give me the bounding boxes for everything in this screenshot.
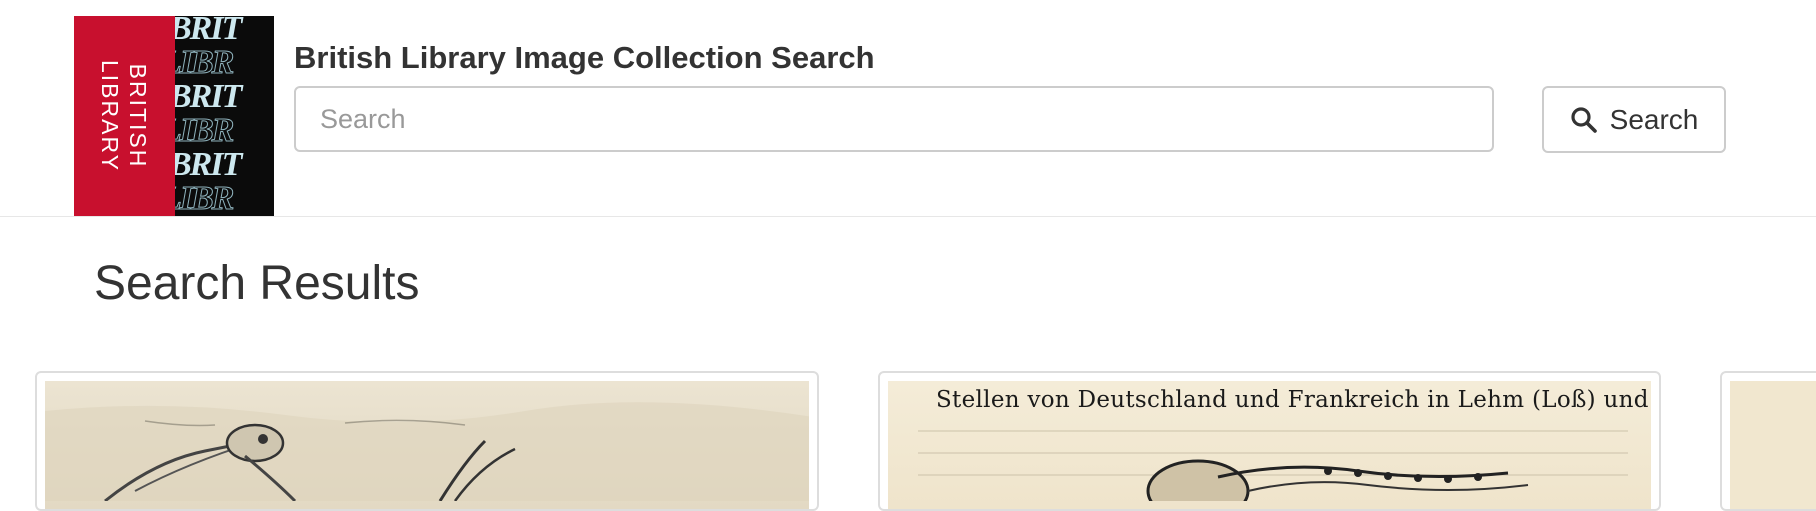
search-icon <box>1571 106 1597 133</box>
result-card[interactable] <box>35 371 819 511</box>
logo-pattern-row: LIBR <box>175 112 235 149</box>
british-library-logo[interactable]: BRITISH LIBRARY BRIT LIBR BRIT LIBR BRIT… <box>74 16 274 216</box>
result-card[interactable]: Stellen von Deutschland und Frankreich i… <box>878 371 1661 511</box>
result-image[interactable] <box>45 381 809 509</box>
app-title: British Library Image Collection Search <box>294 40 875 75</box>
logo-pattern-row: BRIT <box>175 146 242 183</box>
search-button-label: Search <box>1609 103 1699 135</box>
logo-wordmark-line1: BRITISH <box>125 63 151 169</box>
logo-wordmark: BRITISH LIBRARY <box>96 60 152 172</box>
search-results-heading: Search Results <box>94 257 420 310</box>
logo-pattern-panel: BRIT LIBR BRIT LIBR BRIT LIBR <box>175 16 274 216</box>
result-image-caption: Stellen von Deutschland und Frankreich i… <box>936 387 1651 413</box>
logo-wordmark-line2: LIBRARY <box>97 59 123 173</box>
result-image[interactable] <box>1730 381 1816 509</box>
logo-red-panel: BRITISH LIBRARY <box>74 16 175 216</box>
result-image[interactable]: Stellen von Deutschland und Frankreich i… <box>888 381 1651 509</box>
site-header: BRITISH LIBRARY BRIT LIBR BRIT LIBR BRIT… <box>0 0 1816 217</box>
logo-pattern-row: LIBR <box>175 180 235 216</box>
logo-pattern-row: LIBR <box>175 44 235 81</box>
bird-illustration <box>45 402 809 503</box>
logo-pattern-row: BRIT <box>175 16 242 47</box>
search-input[interactable] <box>294 86 1494 152</box>
logo-pattern-row: BRIT <box>175 78 242 115</box>
search-button[interactable]: Search <box>1542 86 1726 153</box>
result-card[interactable] <box>1720 371 1816 511</box>
